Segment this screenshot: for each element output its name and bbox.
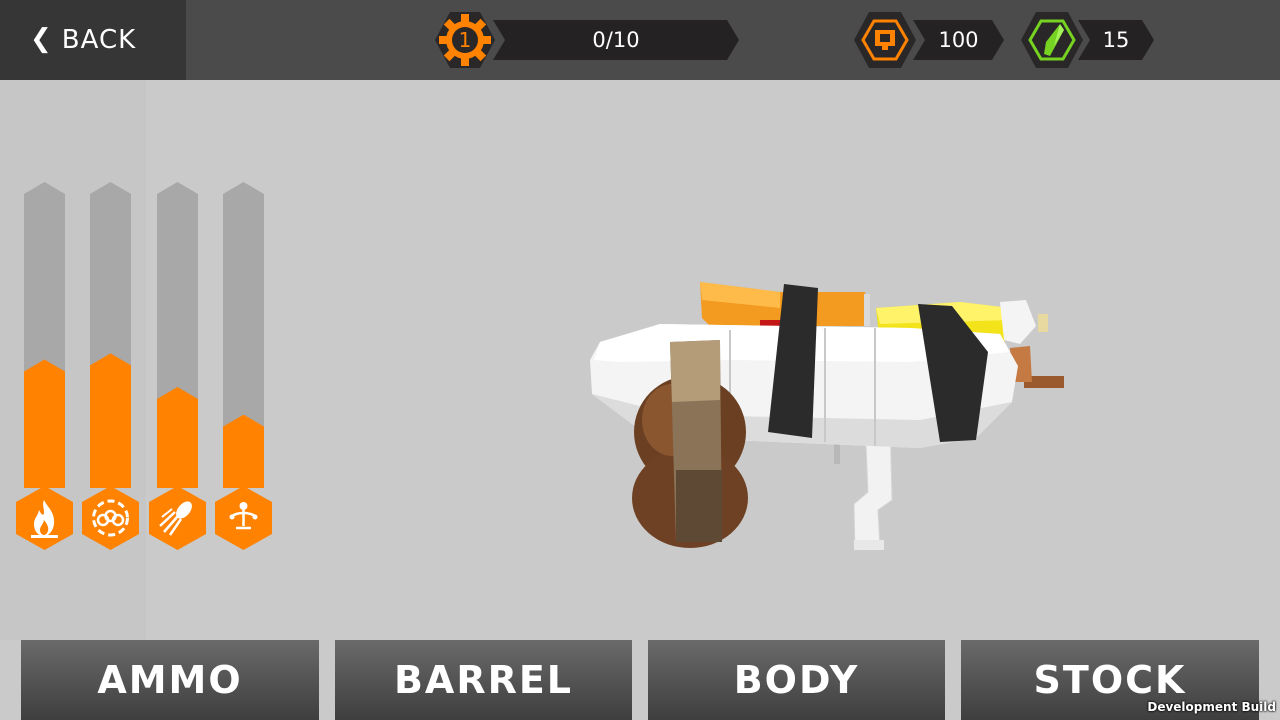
tab-ammo[interactable]: AMMO [21,640,319,720]
stat-fill-explosion [90,353,131,488]
projectile-speed-icon [148,486,207,554]
tab-body[interactable]: BODY [648,640,945,720]
coin-icon [853,10,917,74]
gem-count: 15 [1078,20,1154,60]
stat-fill-spread [223,414,264,488]
spread-icon [214,486,273,554]
top-bar: ❮ BACK 1 0/10 100 15 [0,0,1280,80]
weapon-preview [580,270,1080,564]
stat-bar-explosion [90,182,131,488]
development-build-label: Development Build [1147,700,1276,714]
coin-count: 100 [913,20,1004,60]
back-label: BACK [61,25,137,55]
gem-icon [1020,10,1084,74]
explosion-icon [81,486,140,554]
stat-bar-speed [157,182,198,488]
chevron-left-icon: ❮ [30,24,52,54]
stat-fill-fire [24,359,65,488]
stat-bar-spread [223,182,264,488]
stat-fill-speed [157,387,198,488]
back-button[interactable]: ❮ BACK [0,0,186,80]
progress-display: 0/10 [493,20,739,60]
fire-damage-icon [15,486,74,554]
tab-barrel[interactable]: BARREL [335,640,632,720]
stat-bar-fire [24,182,65,488]
level-number: 1 [458,28,472,52]
